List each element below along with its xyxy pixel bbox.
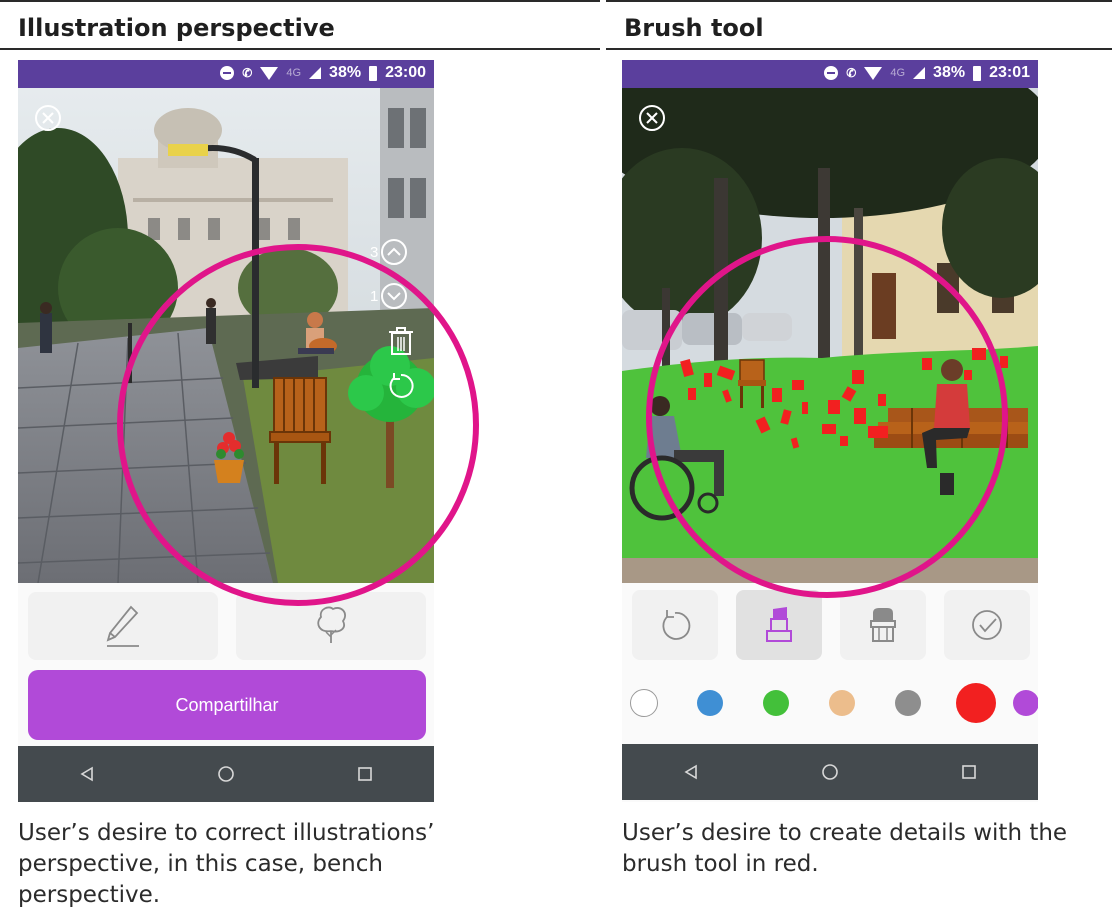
battery-percent: 38% [933, 64, 966, 81]
color-swatch-gray[interactable] [895, 690, 921, 716]
color-swatch-purple[interactable] [1013, 690, 1038, 716]
highlight-circle [646, 236, 1008, 598]
wifi-icon [260, 66, 279, 80]
network-type: 4G [890, 67, 906, 79]
title-rule [0, 48, 600, 50]
eraser-button[interactable] [840, 590, 926, 660]
nav-recents-button[interactable] [939, 752, 999, 792]
status-bar: ✆ 4G 38% 23:00 [18, 60, 434, 88]
tree-icon [317, 606, 346, 643]
close-button[interactable] [34, 104, 62, 136]
network-type: 4G [286, 67, 302, 79]
android-nav-bar [622, 744, 1038, 800]
battery-percent: 38% [329, 64, 362, 81]
home-circle-icon [822, 764, 838, 780]
status-bar: ✆ 4G 38% 23:01 [622, 60, 1038, 88]
battery-icon [369, 65, 378, 81]
caption: User’s desire to create details with the… [622, 820, 1068, 877]
do-not-disturb-icon [220, 66, 235, 80]
wifi-calling-icon: ✆ [846, 66, 857, 80]
highlight-circle [117, 244, 479, 606]
signal-icon [913, 67, 926, 79]
close-circle-icon [35, 105, 61, 131]
panel-title: Illustration perspective [18, 14, 335, 42]
pencil-icon [106, 605, 139, 647]
check-circle-icon [972, 610, 1002, 640]
nav-back-button[interactable] [57, 754, 117, 794]
signal-icon [309, 67, 322, 79]
brush-button[interactable] [736, 590, 822, 660]
back-triangle-icon [684, 764, 698, 780]
nav-recents-button[interactable] [335, 754, 395, 794]
android-nav-bar [18, 746, 434, 802]
back-triangle-icon [80, 766, 94, 782]
recents-square-icon [961, 765, 976, 779]
undo-icon [662, 610, 691, 640]
nav-back-button[interactable] [661, 752, 721, 792]
draw-tool-button[interactable] [28, 592, 218, 660]
close-button[interactable] [638, 104, 666, 136]
do-not-disturb-icon [824, 66, 839, 80]
confirm-button[interactable] [944, 590, 1030, 660]
marker-brush-icon [766, 607, 792, 642]
clock: 23:00 [385, 64, 426, 81]
color-swatch-white[interactable] [630, 689, 658, 717]
layer-up-count: 3 [370, 243, 379, 261]
caption: User’s desire to correct illustrations’ … [18, 820, 435, 908]
nav-home-button[interactable] [196, 754, 256, 794]
color-swatch-blue[interactable] [697, 690, 723, 716]
share-button[interactable]: Compartilhar [28, 670, 426, 740]
clock: 23:01 [989, 64, 1030, 81]
top-rule [0, 0, 600, 2]
color-swatch-red[interactable] [956, 683, 996, 723]
chevron-up-circle-icon [381, 239, 408, 265]
color-swatch-peach[interactable] [829, 690, 855, 716]
home-circle-icon [218, 766, 234, 782]
brush-undo-button[interactable] [632, 590, 718, 660]
recents-square-icon [357, 767, 372, 781]
color-swatch-green[interactable] [763, 690, 789, 716]
top-rule [606, 0, 1112, 2]
battery-icon [973, 65, 982, 81]
panel-title: Brush tool [624, 14, 764, 42]
wifi-icon [864, 66, 883, 80]
wifi-calling-icon: ✆ [242, 66, 253, 80]
title-rule [606, 48, 1112, 50]
eraser-icon [870, 608, 896, 642]
nav-home-button[interactable] [800, 752, 860, 792]
close-circle-icon [639, 105, 665, 131]
